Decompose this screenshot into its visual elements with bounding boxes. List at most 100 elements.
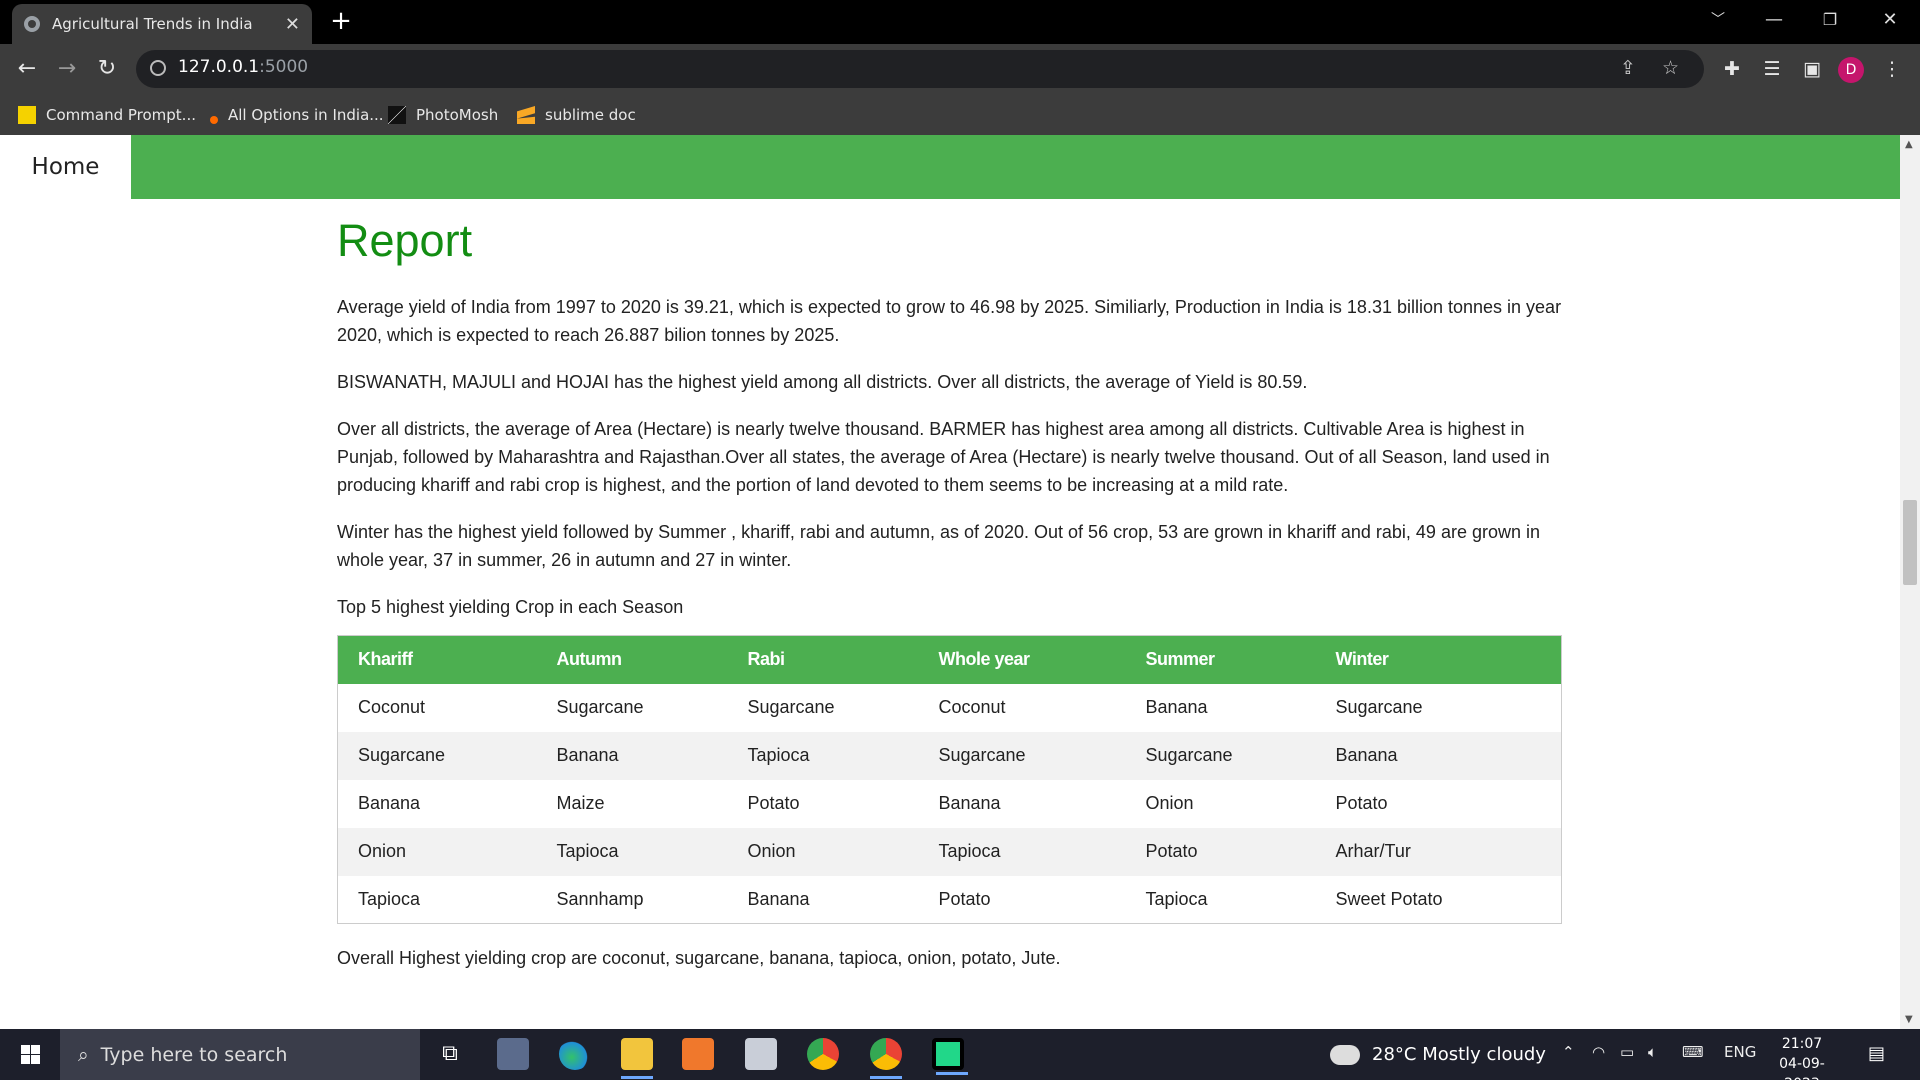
table-cell: Coconut [938, 697, 1006, 717]
table-cell: Sugarcane [918, 731, 1126, 780]
edge-browser-icon[interactable] [559, 1038, 591, 1070]
battery-icon[interactable]: ▭ [1620, 1043, 1634, 1061]
forward-icon[interactable]: → [54, 56, 80, 82]
photos-app-icon[interactable] [745, 1038, 777, 1070]
report-paragraph-area: Over all districts, the average of Area … [337, 419, 1550, 495]
bookmark-all-options[interactable]: All Options in India... [210, 103, 384, 127]
table-cell: Arhar/Tur [1315, 827, 1562, 876]
weather-text: 28°C Mostly cloudy [1372, 1044, 1546, 1065]
column-header: Winter [1315, 635, 1562, 684]
page-scrollbar[interactable]: ▲ ▼ [1900, 135, 1920, 1029]
profile-avatar[interactable]: D [1838, 57, 1864, 83]
language-indicator[interactable]: ENG [1724, 1043, 1756, 1061]
report-section: Report Average yield of India from 1997 … [337, 215, 1562, 991]
globe-icon [24, 16, 40, 32]
table-cell: Banana [358, 793, 421, 813]
table-cell: Tapioca [358, 888, 421, 909]
tab-search-icon[interactable]: ﹀ [1690, 0, 1746, 40]
volume-icon[interactable]: 🔈︎ [1648, 1043, 1657, 1061]
site-navbar: Home [0, 135, 1900, 199]
tab-close-icon[interactable]: ✕ [285, 14, 300, 35]
table-cell: Sannhamp [556, 888, 644, 909]
media-queue-icon[interactable]: ☰ [1759, 56, 1785, 82]
column-header: Autumn [536, 635, 728, 684]
minimize-button[interactable]: — [1746, 0, 1802, 40]
task-view-icon[interactable]: ⧉ [434, 1038, 466, 1070]
table-cell: Banana [536, 731, 728, 780]
table-cell: Banana [1315, 731, 1562, 780]
clock-time: 21:07 [1781, 1036, 1823, 1052]
web-page: Home Report Average yield of India from … [0, 135, 1900, 1029]
nav-home-link[interactable]: Home [0, 135, 131, 199]
table-cell: Potato [1335, 793, 1388, 813]
scroll-down-icon[interactable]: ▼ [1905, 1014, 1913, 1025]
table-cell: Sugarcane [1335, 697, 1423, 717]
extensions-icon[interactable]: ✚ [1719, 56, 1745, 82]
report-title: Report [337, 215, 473, 266]
back-icon[interactable]: ← [14, 56, 40, 82]
table-cell: Onion [337, 827, 537, 876]
address-url[interactable]: 127.0.0.1:5000 [178, 57, 308, 77]
table-cell: Tapioca [1145, 888, 1208, 909]
windows-logo-icon [21, 1045, 30, 1054]
new-tab-button[interactable]: + [326, 6, 356, 36]
side-panel-icon[interactable]: ▣ [1799, 56, 1825, 82]
pycharm-icon[interactable] [932, 1038, 968, 1075]
table-cell: Sugarcane [337, 731, 537, 780]
report-paragraph-seasons: Winter has the highest yield followed by… [337, 522, 1540, 570]
reload-icon[interactable]: ↻ [94, 56, 120, 82]
column-header: Whole year [918, 635, 1126, 684]
wifi-icon[interactable]: ◠ [1592, 1043, 1605, 1061]
table-row: Onion Tapioca Onion Tapioca Potato Arhar… [337, 827, 1562, 876]
media-player-icon[interactable] [682, 1038, 714, 1070]
bookmark-command-prompt[interactable]: Command Prompt... [18, 103, 196, 127]
report-paragraph-districts: BISWANATH, MAJULI and HOJAI has the high… [337, 372, 1308, 392]
bookmark-sublime-doc[interactable]: sublime doc [517, 103, 636, 127]
tab-title: Agricultural Trends in India [52, 15, 253, 33]
photomosh-icon [388, 106, 406, 124]
bookmark-star-icon[interactable]: ☆ [1662, 57, 1679, 79]
report-conclusion: Overall Highest yielding crop are coconu… [337, 948, 1061, 968]
windows-taskbar: ⌕ Type here to search ⧉ 28°C Mostly clou… [0, 1029, 1920, 1080]
menu-kebab-icon[interactable]: ⋮ [1879, 56, 1905, 82]
window-close-button[interactable]: ✕ [1862, 0, 1918, 40]
windows-start-button[interactable] [0, 1029, 60, 1080]
keyboard-icon[interactable]: ⌨ [1682, 1043, 1704, 1061]
search-icon: ⌕ [78, 1043, 89, 1066]
table-cell: Potato [747, 793, 800, 813]
browser-toolbar: ← → ↻ 127.0.0.1:5000 ⇪ ☆ ✚ ☰ ▣ D ⋮ [0, 44, 1920, 94]
browser-tab[interactable]: Agricultural Trends in India ✕ [12, 4, 312, 44]
table-cell: Potato [938, 888, 991, 909]
restore-button[interactable]: ❐ [1802, 0, 1858, 40]
table-cell: Banana [747, 888, 810, 909]
scroll-up-icon[interactable]: ▲ [1905, 139, 1913, 150]
chrome-icon[interactable] [807, 1038, 839, 1070]
table-cell: Sugarcane [556, 697, 644, 717]
chevron-up-icon[interactable]: ⌃ [1562, 1043, 1575, 1061]
file-explorer-icon[interactable] [621, 1038, 653, 1079]
table-cell: Banana [1145, 697, 1208, 717]
calculator-icon[interactable] [497, 1038, 529, 1070]
table-cell: Coconut [358, 697, 426, 717]
table-row: Sugarcane Banana Tapioca Sugarcane Sugar… [337, 731, 1562, 780]
table-cell: Tapioca [727, 731, 919, 780]
browser-tab-strip: Agricultural Trends in India ✕ + ﹀ — ❐ ✕ [0, 0, 1920, 44]
share-icon[interactable]: ⇪ [1620, 57, 1636, 79]
bookmark-photomosh[interactable]: PhotoMosh [388, 103, 498, 127]
table-cell: Potato [1125, 827, 1316, 876]
table-row: Banana Maize Potato Banana Onion Potato [338, 780, 1562, 828]
notification-icon[interactable]: ▤ [1868, 1043, 1885, 1064]
taskbar-search-box[interactable]: ⌕ Type here to search [60, 1029, 420, 1080]
clock-date: 04-09-2023 [1779, 1056, 1825, 1080]
weather-widget[interactable]: 28°C Mostly cloudy [1330, 1029, 1546, 1080]
site-info-icon[interactable] [150, 60, 166, 76]
report-paragraph-yield: Average yield of India from 1997 to 2020… [337, 297, 1562, 345]
address-bar[interactable]: 127.0.0.1:5000 ⇪ ☆ [136, 50, 1704, 88]
scrollbar-thumb[interactable] [1903, 500, 1917, 585]
table-cell: Sugarcane [747, 697, 835, 717]
chrome-profile-icon[interactable] [870, 1038, 902, 1079]
table-caption: Top 5 highest yielding Crop in each Seas… [337, 597, 684, 617]
table-cell: Banana [938, 793, 1001, 813]
sublime-icon [517, 106, 535, 124]
taskbar-clock[interactable]: 21:07 04-09-2023 [1762, 1034, 1842, 1080]
